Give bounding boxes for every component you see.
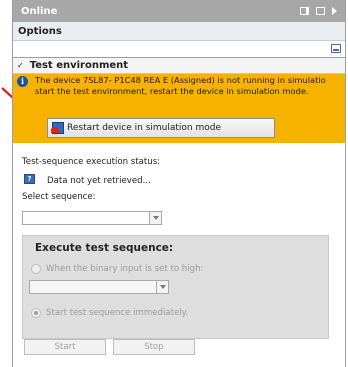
section-title: Test environment (29, 60, 129, 71)
start-button[interactable]: Start (24, 339, 106, 355)
sequence-select[interactable] (22, 211, 162, 225)
status-label: Test-sequence execution status: (22, 157, 161, 167)
chevron-down-icon[interactable] (156, 281, 168, 293)
stop-button[interactable]: Stop (113, 339, 195, 355)
warning-line-2: start the test environment, restart the … (35, 86, 309, 96)
warning-line-1: The device 7SL87- P1C48 REA E (Assigned)… (35, 75, 326, 85)
radio-binary-input-label: When the binary input is set to high: (46, 264, 204, 274)
test-environment-header[interactable]: ✓ Test environment (13, 57, 345, 74)
radio-binary-input-icon[interactable] (31, 264, 41, 274)
restart-button-label: Restart device in simulation mode (67, 122, 221, 133)
maximize-icon[interactable] (316, 7, 325, 15)
radio-start-immediately-icon[interactable] (31, 308, 41, 318)
radio-binary-input[interactable]: When the binary input is set to high: (31, 264, 203, 274)
restart-simulation-button[interactable]: Restart device in simulation mode (47, 118, 275, 138)
chevron-down-icon[interactable]: ✓ (17, 61, 24, 70)
execute-test-sequence-group: Execute test sequence: When the binary i… (22, 235, 329, 339)
panel-title: Online (21, 5, 58, 17)
radio-start-immediately[interactable]: Start test sequence immediately. (31, 308, 188, 318)
sequence-label: Select sequence: (22, 192, 96, 202)
help-status-icon: ? (24, 174, 35, 184)
options-toolbar (13, 41, 345, 57)
restart-device-icon (51, 122, 64, 134)
collapse-panel-icon[interactable] (332, 7, 337, 15)
info-icon: i (17, 76, 28, 87)
panel-titlebar: Online (13, 0, 345, 22)
status-value: Data not yet retrieved... (47, 176, 151, 186)
options-label: Options (18, 25, 62, 37)
options-header: Options (13, 22, 345, 41)
radio-start-immediately-label: Start test sequence immediately. (46, 308, 189, 318)
simulation-warning: i The device 7SL87- P1C48 REA E (Assigne… (13, 74, 345, 143)
panel-layout-icon[interactable] (331, 44, 341, 53)
chevron-down-icon[interactable] (149, 212, 161, 224)
float-window-icon[interactable] (300, 7, 309, 15)
execute-title: Execute test sequence: (35, 242, 174, 254)
binary-input-select[interactable] (29, 280, 169, 294)
